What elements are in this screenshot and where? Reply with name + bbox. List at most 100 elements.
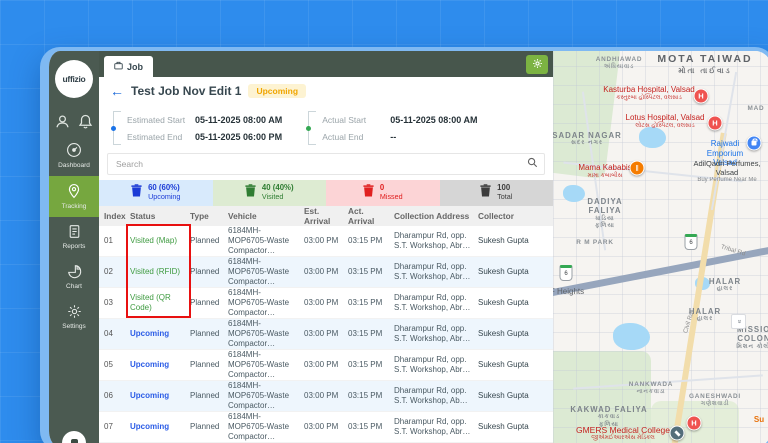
- search-input[interactable]: [114, 158, 527, 170]
- hospital-marker[interactable]: H: [708, 116, 723, 131]
- sidebar-item-label: Tracking: [62, 203, 87, 210]
- map-water: [639, 127, 666, 148]
- restaurant-marker[interactable]: ∥: [630, 161, 645, 176]
- stat-total[interactable]: 100Total: [440, 180, 554, 206]
- col-index[interactable]: Index: [99, 206, 125, 226]
- job-briefcase-icon: [114, 61, 123, 72]
- map-label-adilqadri[interactable]: AdilQadri Perfumes, ValsadBuy Perfume Ne…: [691, 159, 763, 184]
- map-label-kasturba-hospital[interactable]: Kasturba Hospital, Valsadકસ્તુરબા હોસ્પિ…: [603, 85, 694, 102]
- school-marker[interactable]: [670, 426, 685, 441]
- table-header-row: Index Status Type Vehicle Est. Arrival A…: [99, 206, 553, 226]
- stats-bar: 60 (60%)Upcoming 40 (40%)Visited 0Missed: [99, 180, 553, 206]
- map-label-heights: F Heights: [553, 287, 584, 297]
- app-logo[interactable]: uffizio: [55, 60, 93, 98]
- stat-label: Total: [497, 193, 512, 201]
- map-label-clipped: MAD: [748, 105, 765, 113]
- status-badge: Upcoming: [248, 84, 306, 98]
- highway-shield-icon: 6: [560, 265, 573, 281]
- sidebar-item-dashboard[interactable]: Dashboard: [49, 135, 99, 176]
- map-label-clipped-orange: Su: [754, 415, 764, 425]
- actual-end-label: Actual End: [322, 132, 390, 142]
- bin-icon: [245, 184, 256, 202]
- map-label-rm-park: R M PARK: [576, 239, 614, 247]
- table-row[interactable]: 01Visited (Map)Planned6184MH-MOP6705-Was…: [99, 226, 553, 257]
- search-icon[interactable]: [527, 155, 538, 173]
- tab-job[interactable]: Job: [104, 56, 153, 77]
- table-row[interactable]: 05UpcomingPlanned6184MH-MOP6705-Waste Co…: [99, 350, 553, 381]
- sidebar-item-settings[interactable]: Settings: [49, 297, 99, 337]
- tab-bar: Job: [99, 51, 553, 77]
- reports-icon: [67, 224, 82, 241]
- job-panel: Job ← Test Job Nov Edit 1 Upcoming: [99, 51, 553, 443]
- map-water: [613, 323, 650, 350]
- sidebar: uffizio: [49, 51, 99, 443]
- schedule-section: Estimated Start 05-11-2025 08:00 AM Esti…: [99, 105, 553, 151]
- sidebar-item-chart[interactable]: Chart: [49, 257, 99, 297]
- estimated-times: Estimated Start 05-11-2025 08:00 AM Esti…: [113, 111, 282, 145]
- sidebar-item-label: Reports: [63, 243, 86, 250]
- map-label-sadar-nagar: SADAR NAGARસદર નગર: [553, 131, 622, 148]
- panel-settings-button[interactable]: [526, 55, 548, 74]
- stat-upcoming[interactable]: 60 (60%)Upcoming: [99, 180, 213, 206]
- bot-icon: [71, 439, 78, 443]
- table-row[interactable]: 03Visited (QR Code)Planned6184MH-MOP6705…: [99, 288, 553, 319]
- stops-table: Index Status Type Vehicle Est. Arrival A…: [99, 206, 553, 443]
- col-collection-address[interactable]: Collection Address: [389, 206, 473, 226]
- col-est-arrival[interactable]: Est. Arrival: [299, 206, 343, 226]
- actual-times: Actual Start 05-11-2025 08:00 AM Actual …: [308, 111, 477, 145]
- logo-text: uffizio: [63, 74, 86, 84]
- map-label-halar-1: HALARહાલર: [709, 277, 741, 294]
- tab-label: Job: [127, 62, 143, 72]
- map-expand-icon[interactable]: »: [731, 314, 746, 329]
- sidebar-item-label: Settings: [62, 323, 86, 330]
- map-label-nankwada: NANKWADAનાનકવાડા: [629, 381, 673, 396]
- map-label-dadiya-faliya: DADIYA FALIYAધાડિયા ફળિયા: [570, 197, 640, 230]
- col-collector[interactable]: Collector: [473, 206, 553, 226]
- table-row[interactable]: 04UpcomingPlanned6184MH-MOP6705-Waste Co…: [99, 319, 553, 350]
- estimated-end-label: Estimated End: [127, 132, 195, 142]
- col-status[interactable]: Status: [125, 206, 185, 226]
- green-dot-icon: [306, 126, 311, 131]
- title-row: ← Test Job Nov Edit 1 Upcoming: [99, 77, 553, 105]
- gear-icon: [532, 57, 543, 72]
- map-label-andhiawad: ANDHIAWADઅંધિયાવાડ: [596, 56, 643, 71]
- stat-visited[interactable]: 40 (40%)Visited: [213, 180, 327, 206]
- map-label-gmers[interactable]: GMERS Medical Collegeજીએમઈઆરએસ મેડિકલ: [576, 425, 670, 442]
- map-label-halar-2: HALARહાલર: [689, 307, 721, 324]
- table-row[interactable]: 07UpcomingPlanned6184MH-MOP6705-Waste Co…: [99, 412, 553, 443]
- highway-shield-icon: 6: [685, 234, 698, 250]
- stat-label: Upcoming: [148, 193, 180, 201]
- map-label-mama-kababis[interactable]: Mama Kababisમામા કબાબીસ: [578, 163, 631, 180]
- page-title: Test Job Nov Edit 1: [131, 84, 241, 98]
- stat-label: Visited: [262, 193, 294, 201]
- table-row[interactable]: 02Visited (RFID)Planned6184MH-MOP6705-Wa…: [99, 257, 553, 288]
- app-window: uffizio: [40, 47, 768, 443]
- estimated-end-value: 05-11-2025 06:00 PM: [195, 132, 282, 142]
- bin-icon: [131, 184, 142, 202]
- sidebar-item-label: Chart: [66, 283, 82, 290]
- sidebar-item-reports[interactable]: Reports: [49, 217, 99, 257]
- stat-missed[interactable]: 0Missed: [326, 180, 440, 206]
- bin-icon: [480, 184, 491, 202]
- map[interactable]: ANDHIAWADઅંધિયાવાડ MOTA TAIWADમોતા તાઈવા…: [553, 51, 768, 443]
- col-vehicle[interactable]: Vehicle: [223, 206, 299, 226]
- search-bar[interactable]: [107, 153, 545, 175]
- tracking-pin-icon: [66, 183, 82, 201]
- col-act-arrival[interactable]: Act. Arrival: [343, 206, 389, 226]
- sidebar-item-tracking[interactable]: Tracking: [49, 176, 99, 217]
- map-label-lotus-hospital[interactable]: Lotus Hospital, Valsadલોટસ હોસ્પિટલ, વલસ…: [625, 113, 704, 130]
- actual-start-label: Actual Start: [322, 115, 390, 125]
- hospital-marker[interactable]: H: [687, 416, 702, 431]
- map-label-mota-taiwad: MOTA TAIWADમોતા તાઈવાડ: [657, 53, 752, 75]
- table-row[interactable]: 06UpcomingPlanned6184MH-MOP6705-Waste Co…: [99, 381, 553, 412]
- col-type[interactable]: Type: [185, 206, 223, 226]
- gear-icon: [67, 304, 82, 321]
- hospital-marker[interactable]: H: [694, 89, 709, 104]
- users-icon[interactable]: [55, 114, 70, 129]
- notifications-bell-icon[interactable]: [78, 114, 93, 129]
- blue-dot-icon: [111, 126, 116, 131]
- stat-label: Missed: [380, 193, 403, 201]
- back-arrow[interactable]: ←: [110, 84, 124, 98]
- shop-marker[interactable]: [747, 136, 762, 151]
- sidebar-bottom-badge[interactable]: [62, 431, 86, 443]
